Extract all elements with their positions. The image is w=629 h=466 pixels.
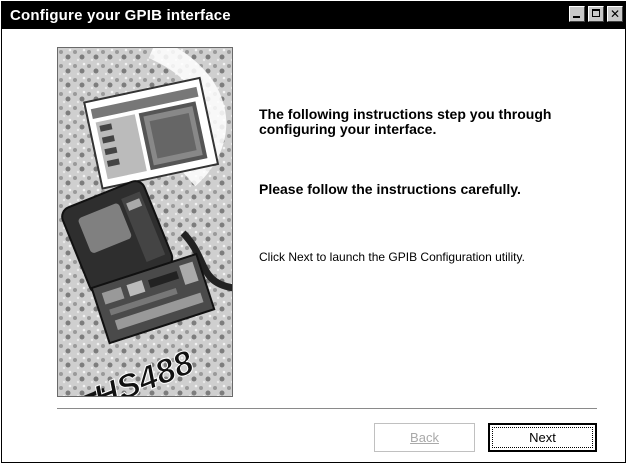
warning-text: Please follow the instructions carefully… [259,181,521,197]
window-title: Configure your GPIB interface [10,7,231,24]
close-icon[interactable]: ✕ [607,6,623,22]
back-button[interactable]: Back [374,423,475,452]
window-controls: ✕ [569,6,623,22]
hardware-image: HS488 [58,48,232,396]
next-button-label: Next [492,427,593,448]
next-button[interactable]: Next [488,423,597,452]
product-illustration: HS488 [57,47,233,397]
minimize-icon[interactable] [569,6,585,22]
intro-text: The following instructions step you thro… [259,106,552,137]
footer-divider [57,408,597,410]
wizard-content: The following instructions step you thro… [259,106,619,265]
wizard-window: Configure your GPIB interface ✕ HS488 Th… [1,1,626,463]
maximize-icon[interactable] [588,6,604,22]
title-bar[interactable]: Configure your GPIB interface ✕ [2,2,625,29]
hint-text: Click Next to launch the GPIB Configurat… [259,250,525,264]
